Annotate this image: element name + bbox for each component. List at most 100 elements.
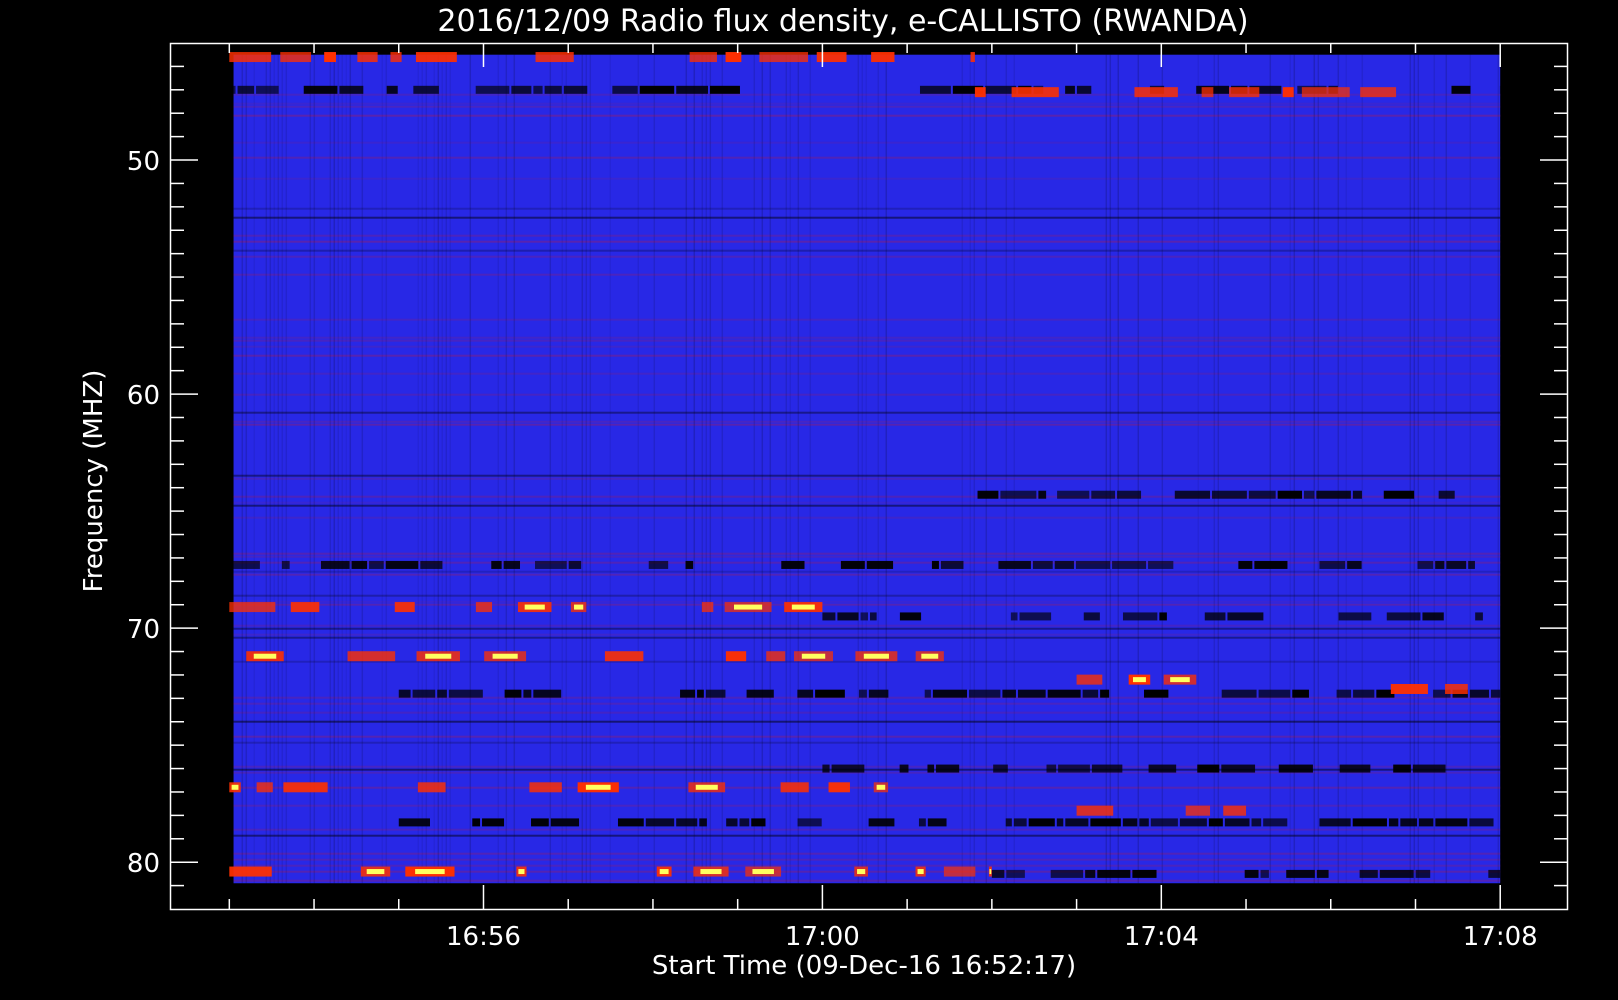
dark-band-segment — [612, 85, 638, 94]
dark-band-segment — [699, 818, 707, 827]
dark-band-segment — [568, 560, 582, 569]
dark-band-segment — [1017, 689, 1046, 698]
dark-band-segment — [1238, 560, 1253, 569]
dark-band-segment — [1159, 612, 1167, 621]
emission-segment — [390, 52, 402, 63]
noise-column — [753, 54, 756, 884]
noise-column — [1317, 54, 1320, 884]
dark-band-segment — [746, 689, 774, 698]
noise-column — [969, 54, 972, 884]
noise-column — [585, 54, 588, 884]
dark-band-segment — [1278, 764, 1313, 773]
noise-column — [701, 54, 704, 884]
dark-band-segment — [491, 560, 502, 569]
dark-band-segment — [709, 85, 740, 94]
dark-band-segment — [822, 612, 836, 621]
emission-peak — [700, 869, 722, 875]
noise-column — [789, 54, 792, 884]
dark-band-segment — [781, 560, 805, 569]
dark-band-segment — [1227, 612, 1264, 621]
dark-band-segment — [1352, 818, 1387, 827]
noise-column — [1361, 54, 1364, 884]
dark-band-segment — [858, 689, 867, 698]
dark-band-segment — [1208, 818, 1223, 827]
noise-column — [361, 54, 364, 884]
emission-segment — [974, 87, 986, 98]
noise-column — [565, 54, 568, 884]
noise-column — [313, 54, 316, 884]
noise-column — [337, 54, 340, 884]
emission-peak — [989, 869, 992, 875]
noise-column — [253, 54, 256, 884]
emission-segment — [1185, 805, 1211, 816]
dark-band-segment — [1254, 560, 1288, 569]
dark-band-segment — [739, 818, 750, 827]
dark-band-segment — [1419, 818, 1434, 827]
y-tick-label: 80 — [127, 849, 160, 879]
dark-band-segment — [386, 85, 398, 94]
emission-segment — [725, 651, 747, 662]
dark-band-segment — [1469, 818, 1494, 827]
dark-band-segment — [993, 764, 1008, 773]
dark-band-segment — [1263, 818, 1288, 827]
y-tick-label: 60 — [127, 381, 160, 411]
dark-band-segment — [229, 85, 236, 94]
dark-band-segment — [1117, 490, 1142, 499]
dark-band-segment — [1316, 869, 1329, 878]
dark-band-segment — [1091, 764, 1123, 773]
noise-column — [797, 54, 800, 884]
noise-column — [861, 54, 864, 884]
emission-segment — [780, 782, 809, 793]
dark-band-segment — [837, 612, 859, 621]
dark-band-segment — [533, 689, 562, 698]
dark-band-segment — [676, 85, 708, 94]
noise-column — [329, 54, 332, 884]
noise-column — [785, 54, 788, 884]
emission-segment — [816, 52, 847, 63]
x-tick-label: 17:00 — [785, 922, 860, 952]
dark-band-segment — [504, 689, 522, 698]
emission-segment — [415, 52, 457, 63]
noise-column — [769, 54, 772, 884]
emission-segment — [229, 602, 276, 613]
chart-title: 2016/12/09 Radio flux density, e-CALLIST… — [437, 4, 1248, 39]
emission-segment — [1360, 87, 1397, 98]
noise-column — [273, 54, 276, 884]
dark-band-segment — [991, 869, 1005, 878]
dark-band-segment — [648, 560, 669, 569]
dark-band-segment — [676, 818, 698, 827]
noise-column — [1445, 54, 1448, 884]
dark-band-segment — [899, 764, 909, 773]
dark-band-segment — [1058, 764, 1090, 773]
dark-band-segment — [1148, 764, 1177, 773]
dark-band-segment — [1076, 85, 1092, 94]
emission-peak — [1132, 677, 1146, 683]
noise-column — [1413, 54, 1416, 884]
dark-band-segment — [1347, 560, 1362, 569]
noise-column — [1109, 54, 1112, 884]
dark-band-segment — [1353, 689, 1375, 698]
dark-band-segment — [1075, 560, 1111, 569]
dark-band-segment — [1488, 869, 1501, 878]
dark-band-segment — [822, 764, 830, 773]
emission-peak — [921, 653, 939, 659]
dark-band-segment — [840, 560, 865, 569]
noise-column — [1469, 54, 1472, 884]
dark-band-segment — [940, 560, 964, 569]
emission-peak — [659, 869, 669, 875]
dark-band-segment — [1091, 490, 1116, 499]
noise-column — [425, 54, 428, 884]
dark-band-segment — [1174, 490, 1211, 499]
dark-band-segment — [351, 560, 368, 569]
dark-band-segment — [1038, 490, 1047, 499]
noise-column — [985, 54, 988, 884]
x-axis-label: Start Time (09-Dec-16 16:52:17) — [652, 951, 1076, 981]
emission-peak — [518, 869, 525, 875]
dark-band-segment — [1339, 764, 1371, 773]
noise-column — [1433, 54, 1436, 884]
dark-band-segment — [437, 689, 447, 698]
noise-column — [865, 54, 868, 884]
dark-band-segment — [413, 85, 439, 94]
dark-band-segment — [1032, 560, 1053, 569]
dark-band-segment — [1338, 612, 1372, 621]
